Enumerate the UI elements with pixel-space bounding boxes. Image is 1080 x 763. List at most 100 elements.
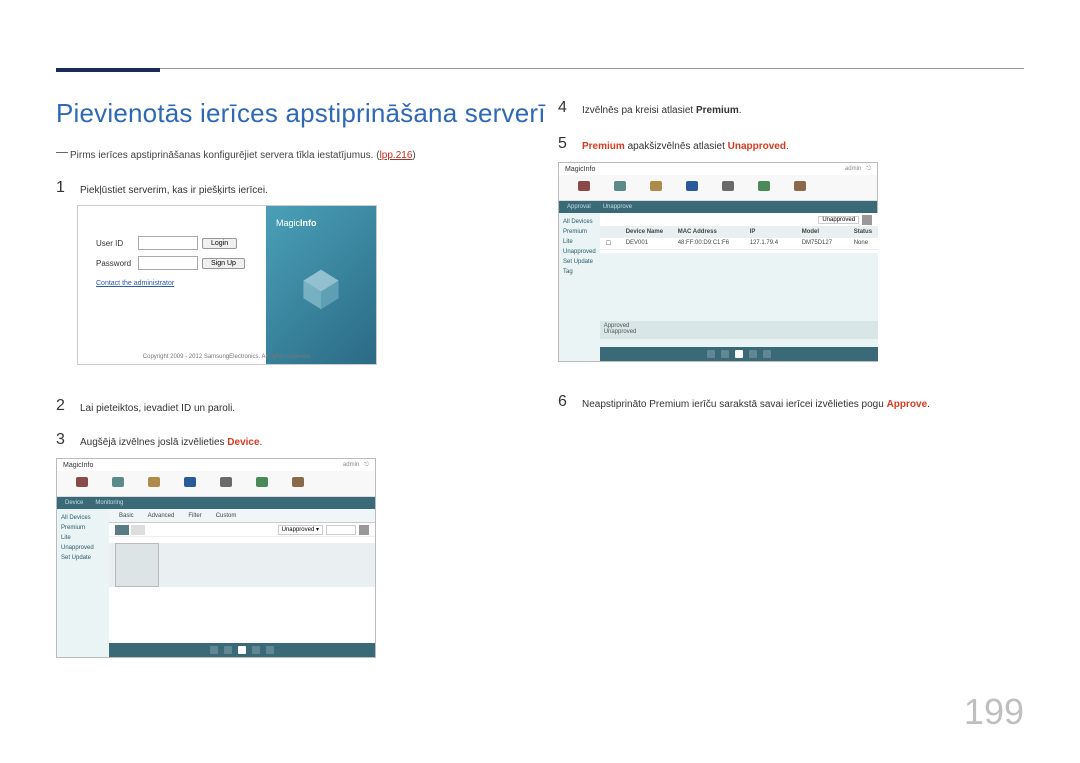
step-number: 1 [56, 180, 66, 196]
device-screenshot: MagicInfo admin ⎋ Device Monitoring All … [56, 458, 376, 658]
step-text: Izvēlnēs pa kreisi atlasiet Premium. [582, 100, 742, 118]
tab[interactable]: Custom [212, 513, 241, 519]
page-btn[interactable] [224, 646, 232, 654]
nav-icon[interactable] [291, 477, 305, 491]
page-btn[interactable] [210, 646, 218, 654]
nav-icon[interactable] [721, 181, 735, 195]
sidebar-item[interactable]: All Devices [61, 515, 105, 521]
login-button[interactable]: Login [202, 238, 237, 249]
nav-icon[interactable] [255, 477, 269, 491]
user-id-input[interactable] [138, 236, 198, 250]
page-btn[interactable] [252, 646, 260, 654]
step-text: Lai pieteiktos, ievadiet ID un paroli. [80, 398, 235, 416]
step-text: Premium apakšizvēlnēs atlasiet Unapprove… [582, 136, 789, 154]
contact-admin-link[interactable]: Contact the administrator [96, 280, 252, 287]
filter-dropdown[interactable]: Unapproved ▾ [278, 525, 323, 535]
page-btn[interactable] [763, 350, 771, 358]
user-menu[interactable]: admin ⎋ [845, 166, 871, 173]
password-input[interactable] [138, 256, 198, 270]
login-banner: MagicInfo [266, 206, 376, 364]
page-btn[interactable] [721, 350, 729, 358]
step-number: 5 [558, 136, 568, 152]
view-toggle[interactable] [131, 525, 145, 535]
page-number: 199 [964, 691, 1024, 733]
step-text: Augšējā izvēlnes joslā izvēlieties Devic… [80, 432, 262, 450]
tab[interactable]: Advanced [144, 513, 179, 519]
search-input[interactable] [326, 525, 356, 535]
subnav-item[interactable]: Approval [567, 204, 591, 210]
app-logo: MagicInfo [63, 462, 93, 469]
page-btn[interactable] [707, 350, 715, 358]
subnav-item[interactable]: Device [65, 500, 83, 506]
subnav-item[interactable]: Monitoring [95, 500, 123, 506]
nav-iconbar [559, 175, 877, 201]
page-btn[interactable] [749, 350, 757, 358]
sidebar-item[interactable]: Premium [61, 525, 105, 531]
search-icon[interactable] [862, 215, 872, 225]
step-2: 2 Lai pieteiktos, ievadiet ID un paroli. [56, 398, 235, 416]
page-title: Pievienotās ierīces apstiprināšana serve… [56, 98, 546, 129]
step-number: 3 [56, 432, 66, 448]
sidebar-item[interactable]: Set Update [563, 259, 596, 265]
table-row[interactable]: ☐ DEV001 48:FF:00:D9:C1:F6 127.1.79.4 DM… [600, 238, 878, 250]
filter-dropdown[interactable]: Unapproved [818, 216, 859, 224]
page-btn[interactable] [735, 350, 743, 358]
sidebar: All Devices Premium Lite Unapproved Set … [559, 213, 600, 361]
sidebar-item[interactable]: Premium [563, 229, 596, 235]
config-note: Pirms ierīces apstiprināšanas konfigurēj… [56, 150, 416, 161]
summary-bar: Approved Unapproved [600, 321, 878, 339]
pagination-bar [109, 643, 375, 657]
nav-icon[interactable] [219, 477, 233, 491]
view-toggle[interactable] [115, 525, 129, 535]
step-number: 2 [56, 398, 66, 414]
nav-icon[interactable] [793, 181, 807, 195]
nav-icon[interactable] [649, 181, 663, 195]
sidebar-item[interactable]: Unapproved [563, 249, 596, 255]
nav-iconbar [57, 471, 375, 497]
password-label: Password [96, 259, 138, 268]
tab[interactable]: Basic [115, 513, 138, 519]
sidebar-item[interactable]: Lite [563, 239, 596, 245]
nav-icon[interactable] [75, 477, 89, 491]
nav-icon[interactable] [147, 477, 161, 491]
step-1: 1 Piekļūstiet serverim, kas ir piešķirts… [56, 180, 268, 198]
page-ref-link[interactable]: lpp.216 [380, 150, 413, 161]
device-thumbnail[interactable] [115, 543, 159, 587]
sidebar-item[interactable]: Lite [61, 535, 105, 541]
step-3: 3 Augšējā izvēlnes joslā izvēlieties Dev… [56, 432, 262, 450]
nav-icon-active[interactable] [183, 477, 197, 491]
copyright-text: Copyright 2009 - 2012 SamsungElectronics… [78, 354, 376, 360]
search-icon[interactable] [359, 525, 369, 535]
page-btn[interactable] [266, 646, 274, 654]
nav-icon[interactable] [613, 181, 627, 195]
step-6: 6 Neapstiprināto Premium ierīču sarakstā… [558, 394, 930, 412]
tab[interactable]: Filter [184, 513, 205, 519]
table-header: Device Name MAC Address IP Model Status [600, 227, 878, 238]
nav-icon-active[interactable] [685, 181, 699, 195]
magicinfo-logo: MagicInfo [276, 218, 317, 228]
user-menu[interactable]: admin ⎋ [343, 462, 369, 469]
sub-nav: Device Monitoring [57, 497, 375, 509]
app-logo: MagicInfo [565, 166, 595, 173]
sidebar-item[interactable]: Unapproved [61, 545, 105, 551]
unapproved-screenshot: MagicInfo admin ⎋ Approval Unapprove All… [558, 162, 878, 362]
note-text: Pirms ierīces apstiprināšanas konfigurēj… [70, 150, 380, 161]
nav-icon[interactable] [577, 181, 591, 195]
sidebar-item[interactable]: All Devices [563, 219, 596, 225]
header-accent [56, 68, 160, 72]
nav-icon[interactable] [111, 477, 125, 491]
content-area [109, 543, 375, 587]
note-dash-icon [56, 152, 68, 153]
sidebar-item[interactable]: Tag [563, 269, 596, 275]
signup-button[interactable]: Sign Up [202, 258, 245, 269]
note-close: ) [412, 150, 415, 161]
sidebar-item[interactable]: Set Update [61, 555, 105, 561]
page-btn[interactable] [238, 646, 246, 654]
sub-nav: Approval Unapprove [559, 201, 877, 213]
pagination-bar [600, 347, 878, 361]
subnav-item[interactable]: Unapprove [603, 204, 632, 210]
step-5: 5 Premium apakšizvēlnēs atlasiet Unappro… [558, 136, 789, 154]
step-4: 4 Izvēlnēs pa kreisi atlasiet Premium. [558, 100, 742, 118]
nav-icon[interactable] [757, 181, 771, 195]
step-number: 6 [558, 394, 568, 410]
